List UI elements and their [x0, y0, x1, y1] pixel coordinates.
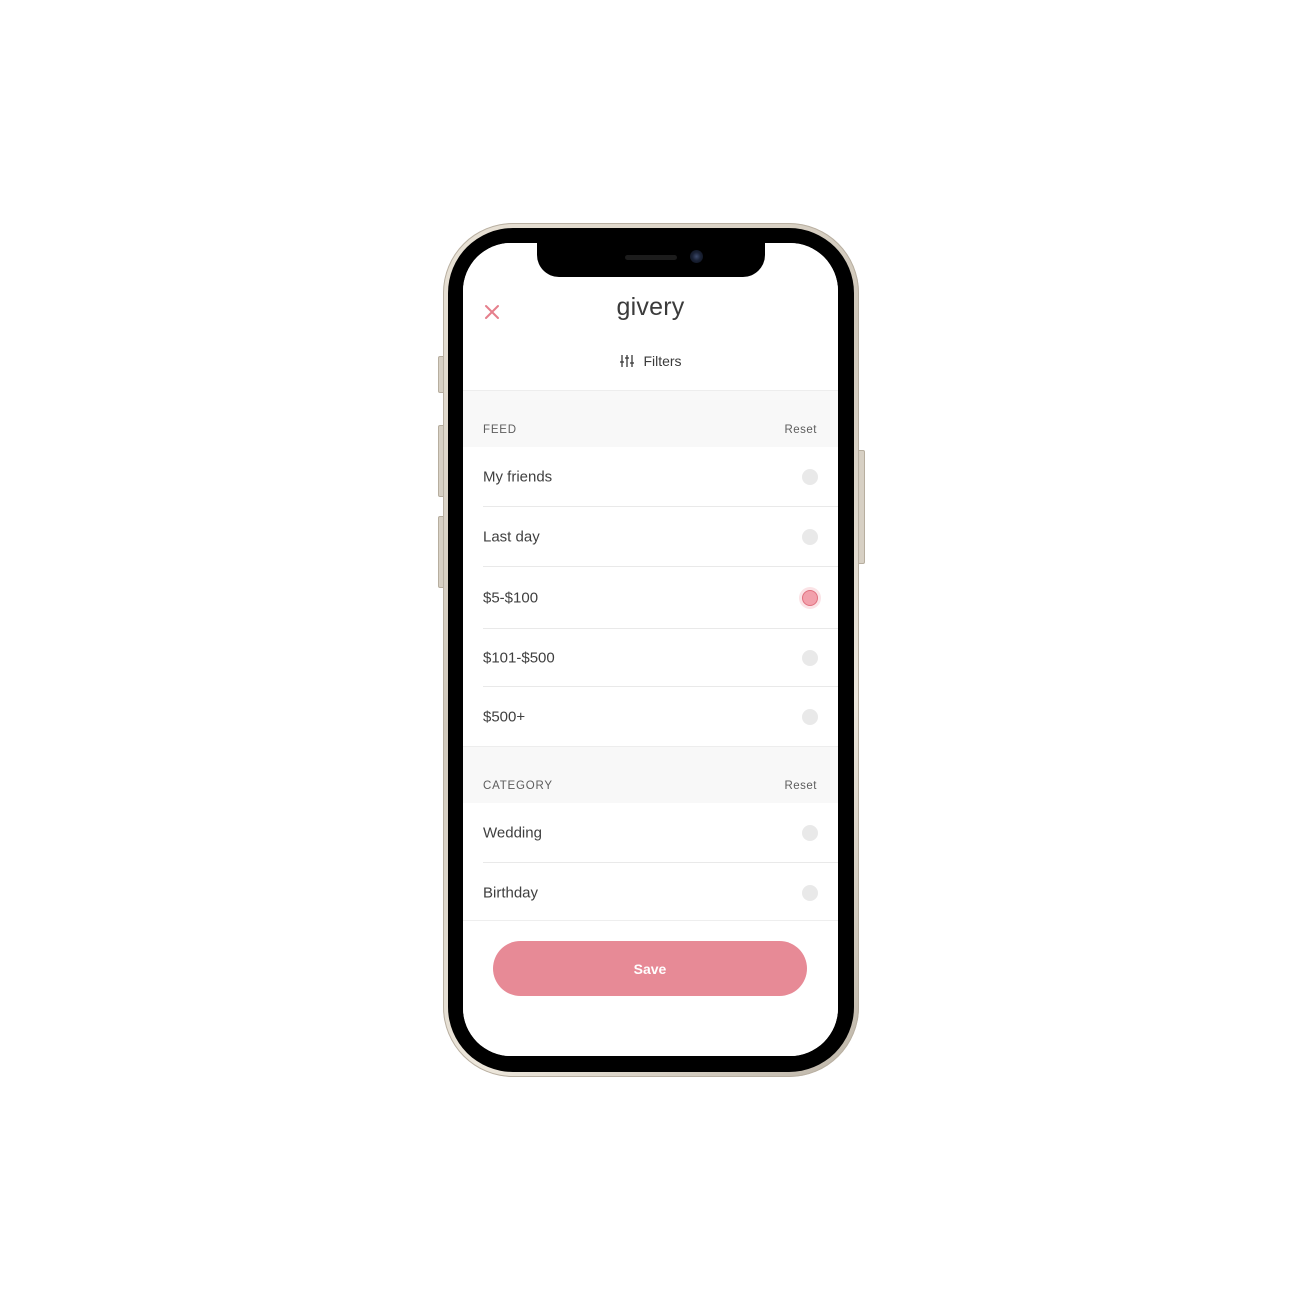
speaker-grille	[625, 255, 677, 260]
radio-button[interactable]	[802, 824, 818, 841]
filter-option-101-500[interactable]: $101-$500	[463, 629, 838, 686]
option-label: Birthday	[483, 884, 539, 901]
power-button	[858, 450, 865, 564]
section-title-feed: FEED	[483, 424, 517, 436]
radio-button[interactable]	[802, 884, 818, 901]
save-button[interactable]: Save	[493, 941, 807, 996]
radio-button[interactable]	[802, 528, 818, 545]
option-label: $500+	[483, 708, 526, 725]
option-label: My friends	[483, 468, 553, 485]
option-label: Last day	[483, 528, 540, 545]
filters-title: Filters	[463, 353, 838, 369]
filter-option-my-friends[interactable]: My friends	[463, 447, 838, 506]
sliders-icon	[620, 355, 635, 367]
option-label: $5-$100	[483, 589, 539, 606]
radio-button[interactable]	[802, 468, 818, 485]
filter-option-500-plus[interactable]: $500+	[463, 687, 838, 746]
filter-option-birthday[interactable]: Birthday	[463, 863, 838, 922]
app-logo: givery	[616, 293, 685, 321]
device-stage: givery Filters FEED Reset My friends Las…	[0, 0, 1300, 1300]
filter-option-last-day[interactable]: Last day	[463, 507, 838, 566]
filter-option-5-100[interactable]: $5-$100	[463, 567, 838, 628]
notch	[537, 243, 765, 277]
section-header-category: CATEGORY Reset	[463, 746, 838, 803]
filters-label: Filters	[643, 353, 682, 369]
front-camera	[690, 250, 703, 263]
section-header-feed: FEED Reset	[463, 390, 838, 447]
footer: Save	[463, 920, 838, 1056]
option-label: Wedding	[483, 824, 542, 841]
radio-button-selected[interactable]	[802, 589, 818, 606]
phone-screen: givery Filters FEED Reset My friends Las…	[463, 243, 838, 1056]
filters-list: FEED Reset My friends Last day $5-$100 $…	[463, 390, 838, 922]
radio-button[interactable]	[802, 708, 818, 725]
category-reset-button[interactable]: Reset	[784, 780, 817, 792]
feed-reset-button[interactable]: Reset	[784, 424, 817, 436]
radio-button[interactable]	[802, 649, 818, 666]
section-title-category: CATEGORY	[483, 780, 553, 792]
filter-option-wedding[interactable]: Wedding	[463, 803, 838, 862]
option-label: $101-$500	[483, 649, 555, 666]
